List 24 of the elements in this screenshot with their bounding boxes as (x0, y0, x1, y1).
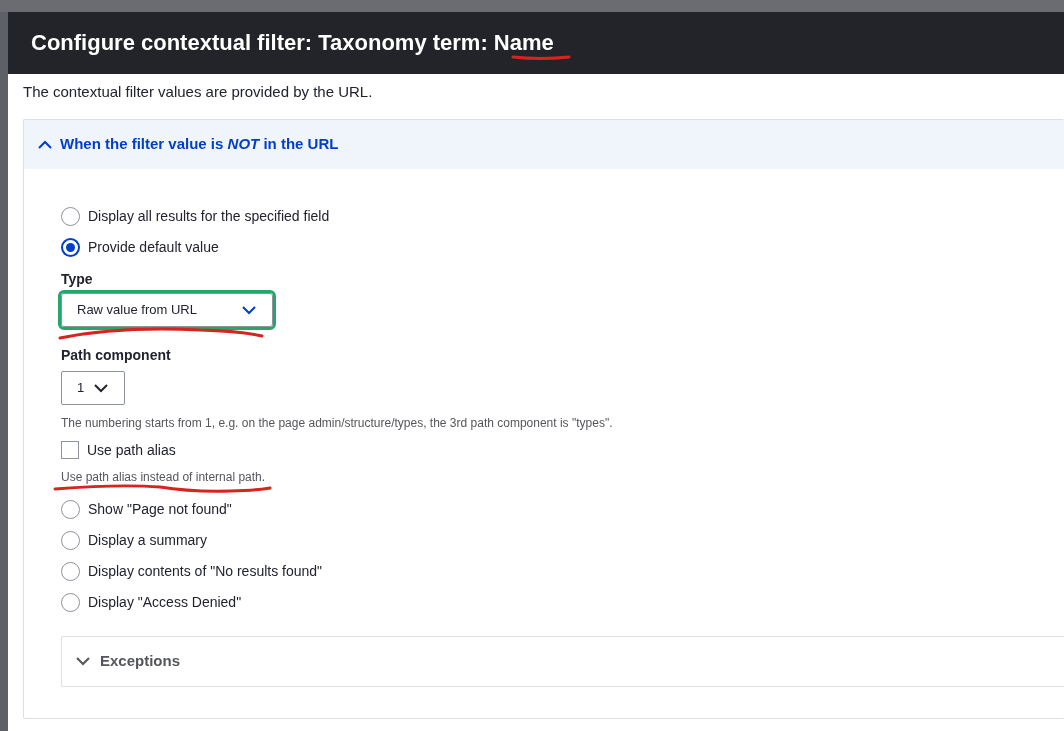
option-label: Display all results for the specified field (88, 207, 330, 226)
select-field[interactable]: 1 (61, 371, 125, 405)
option-label: Display "Access Denied" (88, 593, 242, 612)
option-label: Display a summary (88, 531, 208, 550)
annotation-underline (511, 55, 571, 60)
select-field[interactable]: Raw value from URL (61, 293, 273, 327)
details-summary[interactable]: When the filter value is NOT in the URL (24, 120, 1064, 169)
chevron-down-icon (76, 657, 90, 666)
details-summary[interactable]: Exceptions (61, 636, 1064, 687)
field-label: Type (61, 270, 94, 289)
option-label: Show "Page not found" (88, 500, 232, 519)
dialog-title: Configure contextual filter: Taxonomy term: Name (31, 32, 554, 54)
chevron-down-icon (242, 305, 256, 315)
checkbox-label: Use path alias (87, 440, 176, 460)
chevron-down-icon (94, 383, 109, 393)
field-label: Path component (61, 346, 172, 365)
description-text: The contextual filter values are provided by the URL. (22, 82, 374, 102)
radio-button[interactable] (61, 238, 80, 257)
option-label: Provide default value (88, 238, 219, 257)
checkbox[interactable] (61, 441, 79, 459)
option-label: Display contents of "No results found" (88, 562, 323, 581)
help-text: Use path alias instead of internal path. (61, 469, 267, 486)
help-text: The numbering starts from 1, e.g. on the page admin/structure/types, the 3rd path component is "types". (61, 415, 614, 432)
chevron-up-icon (38, 140, 52, 149)
